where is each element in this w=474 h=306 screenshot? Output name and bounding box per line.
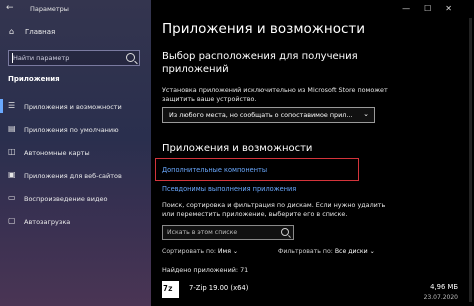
sidebar-item-websites-apps[interactable]: ▣ Приложения для веб-сайтов	[0, 165, 151, 185]
sidebar-item-default-apps[interactable]: ▤ Приложения по умолчанию	[0, 119, 151, 139]
chevron-down-icon: ⌄	[232, 248, 239, 255]
close-icon[interactable]: ✕	[445, 4, 466, 13]
settings-search-input[interactable]: Найти параметр	[8, 50, 140, 66]
search-placeholder: Найти параметр	[13, 54, 70, 62]
window-title: Параметры	[30, 5, 69, 13]
search-placeholder: Искать в этом списке	[167, 229, 238, 236]
app-execution-aliases-link[interactable]: Псевдонимы выполнения приложения	[162, 185, 296, 193]
chevron-down-icon: ⌄	[363, 110, 369, 118]
app-install-date: 23.07.2020	[423, 294, 458, 301]
7zip-app-icon: 7z	[162, 281, 179, 298]
apps-list-icon: ☰	[8, 101, 16, 110]
page-title: Приложения и возможности	[162, 21, 366, 37]
sidebar-item-label: Приложения для веб-сайтов	[24, 172, 122, 180]
optional-features-link[interactable]: Дополнительные компоненты	[162, 166, 267, 174]
window-controls: —☐✕	[402, 4, 466, 13]
apps-found-count: Найдено приложений: 71	[162, 266, 249, 274]
main-content: —☐✕ Приложения и возможности Выбор распо…	[151, 0, 474, 306]
app-name: 7-Zip 19.00 (x64)	[189, 284, 249, 292]
filter-value[interactable]: Все диски	[335, 248, 368, 255]
sidebar-item-startup[interactable]: ▢ Автозагрузка	[0, 211, 151, 231]
minimize-icon[interactable]: —	[402, 4, 424, 13]
maximize-icon[interactable]: ☐	[424, 4, 445, 13]
startup-icon: ▢	[8, 216, 16, 225]
title-bar: ← Параметры	[0, 0, 151, 18]
sort-control[interactable]: Сортировать по: Имя ⌄	[162, 248, 238, 255]
install-location-heading: Выбор расположения для получения приложе…	[162, 51, 358, 75]
search-icon	[281, 228, 289, 236]
scrollbar[interactable]	[469, 18, 472, 302]
apps-list-description: Поиск, сортировка и фильтрация по дискам…	[162, 201, 386, 218]
back-arrow-icon[interactable]: ←	[6, 3, 14, 13]
offline-maps-icon: ◫	[8, 147, 16, 156]
sort-value[interactable]: Имя	[218, 248, 231, 255]
sort-label: Сортировать по:	[162, 248, 216, 255]
list-item[interactable]: 7z 7-Zip 19.00 (x64) 4,96 МБ 23.07.2020	[151, 278, 474, 306]
video-playback-icon: ▭	[8, 193, 16, 202]
websites-apps-icon: ▣	[8, 170, 16, 179]
sidebar: ← Параметры ⌂ Главная Найти параметр При…	[0, 0, 151, 306]
sidebar-item-label: Воспроизведение видео	[24, 195, 108, 203]
sidebar-item-video-playback[interactable]: ▭ Воспроизведение видео	[0, 188, 151, 208]
apps-search-input[interactable]: Искать в этом списке	[162, 225, 294, 240]
dropdown-value: Из любого места, но сообщать о сопостави…	[169, 111, 353, 119]
apps-features-heading: Приложения и возможности	[162, 143, 313, 154]
filter-control[interactable]: Фильтровать по: Все диски ⌄	[278, 248, 375, 255]
home-icon: ⌂	[9, 27, 15, 36]
sidebar-item-label: Приложения по умолчанию	[24, 126, 119, 134]
sidebar-item-label: Автозагрузка	[24, 218, 71, 226]
install-location-description: Установка приложений исключительно из Mi…	[162, 86, 388, 103]
default-apps-icon: ▤	[8, 124, 16, 133]
sidebar-section-title: Приложения	[8, 75, 60, 83]
sidebar-item-offline-maps[interactable]: ◫ Автономные карты	[0, 142, 151, 162]
install-source-dropdown[interactable]: Из любого места, но сообщать о сопостави…	[162, 107, 375, 123]
sidebar-item-apps-features[interactable]: ☰ Приложения и возможности	[0, 96, 151, 116]
chevron-down-icon: ⌄	[369, 248, 375, 255]
sidebar-item-label: Автономные карты	[24, 149, 90, 157]
app-size: 4,96 МБ	[430, 283, 458, 291]
search-icon[interactable]	[126, 53, 135, 62]
filter-label: Фильтровать по:	[278, 248, 333, 255]
sidebar-item-label: Приложения и возможности	[24, 103, 122, 111]
sidebar-item-label: Главная	[25, 28, 56, 36]
